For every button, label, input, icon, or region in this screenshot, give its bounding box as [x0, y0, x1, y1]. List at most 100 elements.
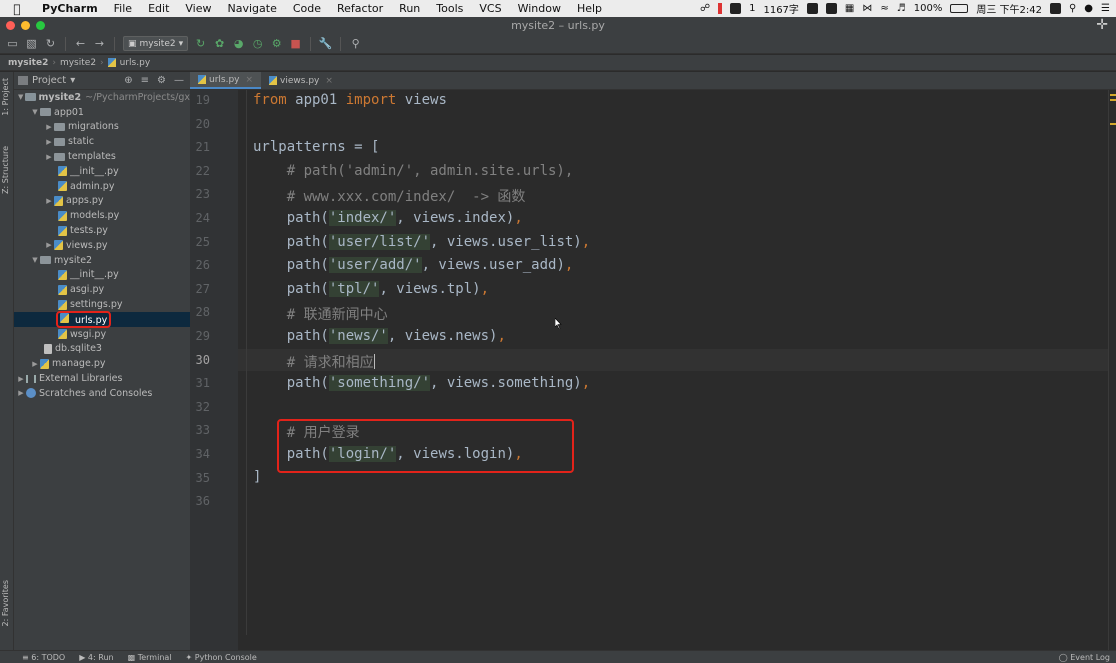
wrench-icon[interactable]: 🔧 [319, 37, 333, 50]
terminal-tab[interactable]: ▩ Terminal [128, 653, 172, 662]
todo-tab[interactable]: ≡ 6: TODO [22, 653, 65, 662]
collapsed-arrow-icon[interactable]: ▶ [44, 153, 54, 161]
menu-view[interactable]: View [177, 2, 219, 15]
tree-item-mysite2-init[interactable]: __init__.py [14, 268, 190, 283]
code-line-19[interactable]: from app01 import views [253, 92, 447, 108]
grid-icon[interactable]: ▦ [845, 3, 854, 14]
search-icon[interactable]: ⚲ [349, 37, 362, 50]
tree-item-asgi[interactable]: asgi.py [14, 282, 190, 297]
control-icon[interactable] [1049, 3, 1061, 14]
tree-item-scratches[interactable]: ▶ Scratches and Consoles [14, 386, 190, 401]
warning-marker[interactable] [1110, 123, 1116, 125]
expanded-arrow-icon[interactable]: ▼ [30, 256, 40, 264]
expanded-arrow-icon[interactable]: ▼ [16, 93, 25, 101]
tree-item-migrations[interactable]: ▶ migrations [14, 120, 190, 135]
tab-views[interactable]: views.py × [261, 72, 341, 89]
code-line-28[interactable]: # 联通新闻中心 [253, 304, 388, 324]
profile-icon[interactable]: ◷ [251, 37, 264, 50]
status-app-icon[interactable] [730, 3, 742, 14]
close-tab-icon[interactable]: × [325, 76, 333, 86]
menu-navigate[interactable]: Navigate [220, 2, 285, 15]
tree-item-external-libraries[interactable]: ▶ External Libraries [14, 371, 190, 386]
tree-item-apps[interactable]: ▶ apps.py [14, 194, 190, 209]
siri-icon[interactable]: ● [1084, 3, 1093, 14]
tree-item-manage[interactable]: ▶ manage.py [14, 356, 190, 371]
collapsed-arrow-icon[interactable]: ▶ [44, 123, 54, 131]
tree-item-wsgi[interactable]: wsgi.py [14, 327, 190, 342]
tree-root[interactable]: ▼ mysite2 ~/PycharmProjects/gx [14, 90, 190, 105]
collapsed-arrow-icon[interactable]: ▶ [44, 241, 54, 249]
spotlight-icon[interactable]: ⚲ [1069, 3, 1076, 14]
recording-icon[interactable] [718, 3, 723, 14]
tree-item-templates[interactable]: ▶ templates [14, 149, 190, 164]
collapsed-arrow-icon[interactable]: ▶ [16, 389, 26, 397]
concurrency-icon[interactable]: ⚙ [270, 37, 283, 50]
tool-tab-favorites[interactable]: 2: Favorites [1, 580, 13, 626]
tree-item-mysite2-package[interactable]: ▼ mysite2 [14, 253, 190, 268]
code-line-31[interactable]: path('something/', views.something), [253, 375, 590, 391]
code-editor[interactable]: from app01 import views urlpatterns = [ … [238, 90, 1108, 635]
tree-item-app01[interactable]: ▼ app01 [14, 105, 190, 120]
python-console-tab[interactable]: ✦ Python Console [186, 653, 257, 662]
menu-tools[interactable]: Tools [428, 2, 471, 15]
tree-item-static[interactable]: ▶ static [14, 134, 190, 149]
debug-icon[interactable]: ✿ [213, 37, 226, 50]
breadcrumb-project[interactable]: mysite2 [8, 58, 48, 68]
code-line-25[interactable]: path('user/list/', views.user_list), [253, 234, 590, 250]
chevron-down-icon[interactable]: ▾ [70, 75, 75, 86]
collapse-all-icon[interactable]: ≡ [141, 75, 149, 86]
expanded-arrow-icon[interactable]: ▼ [30, 108, 40, 116]
status-icon-a[interactable] [806, 3, 818, 14]
code-line-22[interactable]: # path('admin/', admin.site.urls), [253, 163, 574, 179]
code-line-27[interactable]: path('tpl/', views.tpl), [253, 281, 489, 297]
menu-help[interactable]: Help [569, 2, 610, 15]
hide-icon[interactable]: — [174, 75, 184, 86]
zoom-window-button[interactable] [36, 21, 45, 30]
tree-item-admin[interactable]: admin.py [14, 179, 190, 194]
save-icon[interactable]: ▧ [25, 37, 38, 50]
notification-center-icon[interactable]: ☰ [1101, 3, 1110, 14]
battery-icon[interactable] [950, 4, 969, 13]
collapsed-arrow-icon[interactable]: ▶ [44, 197, 54, 205]
tree-item-models[interactable]: models.py [14, 208, 190, 223]
run-configuration-select[interactable]: ▣ mysite2 ▾ [123, 36, 189, 51]
menu-window[interactable]: Window [510, 2, 569, 15]
status-icon-b[interactable] [825, 3, 837, 14]
menu-code[interactable]: Code [285, 2, 329, 15]
datetime[interactable]: 周三 下午2:42 [976, 1, 1042, 16]
tree-item-views[interactable]: ▶ views.py [14, 238, 190, 253]
breadcrumb-package[interactable]: mysite2 [60, 58, 96, 68]
tool-tab-project[interactable]: 1: Project [1, 78, 13, 116]
run-icon[interactable]: ↻ [194, 37, 207, 50]
collapsed-arrow-icon[interactable]: ▶ [16, 375, 26, 383]
link-icon[interactable]: ☍ [700, 3, 710, 14]
menu-refactor[interactable]: Refactor [329, 2, 391, 15]
menu-app[interactable]: PyCharm [34, 2, 106, 15]
code-line-21[interactable]: urlpatterns = [ [253, 139, 379, 155]
volume-icon[interactable]: ♬ [897, 3, 906, 14]
wifi-icon[interactable]: ≈ [880, 3, 888, 14]
locate-icon[interactable]: ⊕ [124, 75, 132, 86]
menu-edit[interactable]: Edit [140, 2, 177, 15]
code-line-29[interactable]: path('news/', views.news), [253, 328, 506, 344]
warning-marker[interactable] [1110, 99, 1116, 101]
sync-icon[interactable]: ↻ [44, 37, 57, 50]
tree-item-app01-init[interactable]: __init__.py [14, 164, 190, 179]
gear-icon[interactable]: ⚙ [157, 75, 166, 86]
breadcrumb-file[interactable]: urls.py [120, 58, 151, 68]
tree-item-db-sqlite3[interactable]: db.sqlite3 [14, 342, 190, 357]
run-tab[interactable]: ▶ 4: Run [79, 653, 113, 662]
code-line-23[interactable]: # www.xxx.com/index/ -> 函数 [253, 186, 526, 206]
tree-item-urls[interactable]: urls.py [14, 310, 190, 328]
coverage-icon[interactable]: ◕ [232, 37, 245, 50]
menu-vcs[interactable]: VCS [471, 2, 509, 15]
open-folder-icon[interactable]: ▭ [6, 37, 19, 50]
event-log-tab[interactable]: ◯ Event Log [1059, 653, 1116, 662]
menu-file[interactable]: File [106, 2, 140, 15]
code-line-35[interactable]: ] [253, 469, 261, 485]
stop-icon[interactable]: ■ [289, 37, 302, 50]
back-arrow-icon[interactable]: ← [74, 37, 87, 50]
collapsed-arrow-icon[interactable]: ▶ [30, 360, 40, 368]
code-line-30[interactable]: # 请求和相应 [253, 352, 375, 372]
forward-arrow-icon[interactable]: → [93, 37, 106, 50]
